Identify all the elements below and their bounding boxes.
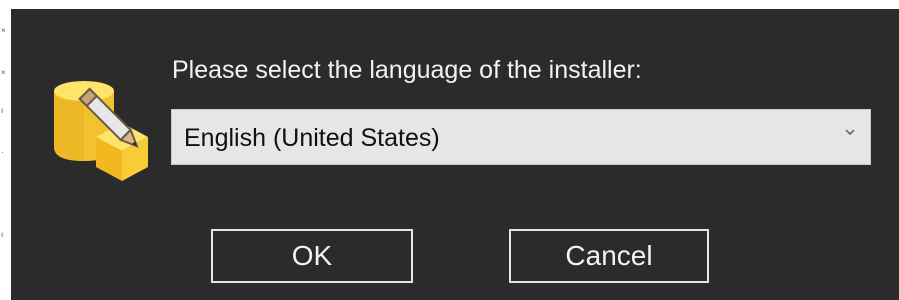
cancel-button[interactable]: Cancel [509,229,709,283]
background-window-edge: × × ı · ı [0,0,11,300]
language-select-value: English (United States) [184,124,440,152]
chevron-down-icon[interactable] [844,126,856,138]
ok-button[interactable]: OK [211,229,413,283]
background-glyph: × [1,68,6,77]
background-glyph: × [1,26,6,35]
language-select-dialog: Please select the language of the instal… [11,9,899,300]
background-glyph: ı [1,106,4,115]
language-prompt-label: Please select the language of the instal… [172,56,642,84]
background-glyph: · [1,148,4,157]
language-select[interactable]: English (United States) [171,109,871,165]
installer-database-pencil-icon [54,81,148,181]
background-glyph: ı [1,230,4,239]
